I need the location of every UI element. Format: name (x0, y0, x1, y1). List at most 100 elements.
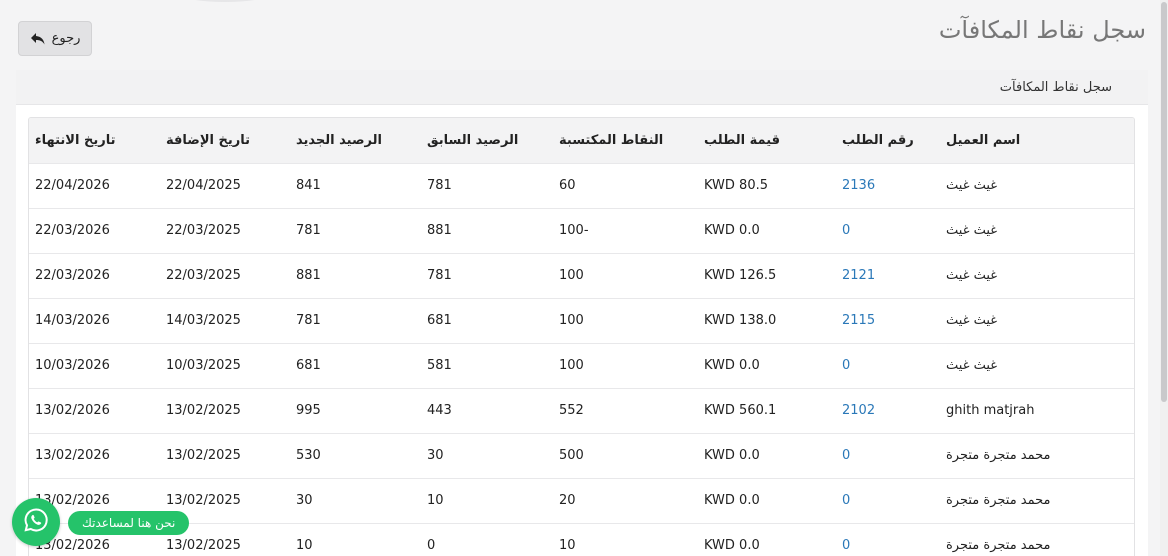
cell-new-balance: 841 (296, 178, 321, 193)
cell-added-date: 22/03/2025 (166, 223, 241, 238)
reply-arrow-icon (30, 31, 46, 47)
cell-order-value: KWD 0.0 (704, 358, 760, 373)
cell-earned-points: 100 (559, 358, 584, 373)
cell-order-value: KWD 138.0 (704, 313, 777, 328)
cell-order-value: KWD 126.5 (704, 268, 777, 283)
cell-customer-name: غيث غيث (946, 313, 998, 328)
cell-customer-name: محمد متجرة متجرة (946, 448, 1051, 463)
whatsapp-icon (23, 507, 49, 537)
cell-earned-points: 10 (559, 538, 576, 554)
rewards-table: تاريخ الانتهاء تاريخ الإضافة الرصيد الجد… (29, 118, 1134, 556)
table-row: 14/03/2026 14/03/2025 781 681 100 KWD 13… (29, 298, 1134, 343)
table-row: 10/03/2026 10/03/2025 681 581 100 KWD 0.… (29, 343, 1134, 388)
column-header-new-balance[interactable]: الرصيد الجديد (290, 118, 421, 163)
cell-earned-points: 100- (559, 223, 589, 238)
column-header-customer-name[interactable]: اسم العميل (940, 118, 1134, 163)
column-header-earned-points[interactable]: النقاط المكتسبة (553, 118, 698, 163)
cell-new-balance: 995 (296, 403, 321, 418)
cell-previous-balance: 681 (427, 313, 452, 328)
cell-previous-balance: 10 (427, 493, 444, 508)
cell-customer-name: محمد متجرة متجرة (946, 538, 1051, 554)
cell-previous-balance: 30 (427, 448, 444, 463)
cell-previous-balance: 443 (427, 403, 452, 418)
column-header-previous-balance[interactable]: الرصيد السابق (421, 118, 553, 163)
cell-added-date: 14/03/2025 (166, 313, 241, 328)
rewards-table-container: تاريخ الانتهاء تاريخ الإضافة الرصيد الجد… (28, 117, 1135, 556)
cell-added-date: 10/03/2025 (166, 358, 241, 373)
scrollbar-thumb[interactable] (1161, 2, 1167, 402)
card-title: سجل نقاط المكافآت (16, 70, 1148, 105)
cell-previous-balance: 581 (427, 358, 452, 373)
order-number-link[interactable]: 2102 (836, 388, 940, 433)
cell-previous-balance: 781 (427, 268, 452, 283)
cell-new-balance: 681 (296, 358, 321, 373)
cell-new-balance: 10 (296, 538, 313, 554)
column-header-expiry-date[interactable]: تاريخ الانتهاء (29, 118, 160, 163)
page-scrollbar[interactable] (1160, 0, 1168, 556)
cell-order-value: KWD 560.1 (704, 403, 777, 418)
cell-earned-points: 100 (559, 313, 584, 328)
column-header-order-number[interactable]: رقم الطلب (836, 118, 940, 163)
cell-order-value: KWD 0.0 (704, 538, 760, 554)
order-number-link[interactable]: 0 (836, 343, 940, 388)
cell-new-balance: 530 (296, 448, 321, 463)
order-number-link[interactable]: 0 (836, 478, 940, 523)
cell-added-date: 22/03/2025 (166, 268, 241, 283)
whatsapp-help-label[interactable]: نحن هنا لمساعدتك (68, 511, 190, 535)
cell-expiry-date: 22/03/2026 (35, 223, 110, 238)
table-row: 13/02/2026 13/02/2025 10 0 10 KWD 0.0 0 … (29, 523, 1134, 556)
cell-previous-balance: 881 (427, 223, 452, 238)
cell-customer-name: ghith matjrah (946, 403, 1035, 418)
back-button-label: رجوع (51, 31, 81, 46)
table-row: 22/03/2026 22/03/2025 781 881 100- KWD 0… (29, 208, 1134, 253)
cell-expiry-date: 22/04/2026 (35, 178, 110, 193)
cell-new-balance: 30 (296, 493, 313, 508)
table-row: 13/02/2026 13/02/2025 995 443 552 KWD 56… (29, 388, 1134, 433)
table-row: 13/02/2026 13/02/2025 530 30 500 KWD 0.0… (29, 433, 1134, 478)
cell-earned-points: 100 (559, 268, 584, 283)
cell-order-value: KWD 0.0 (704, 448, 760, 463)
cell-customer-name: غيث غيث (946, 223, 998, 238)
rewards-card: سجل نقاط المكافآت تاريخ الانتهاء تاريخ ا… (16, 70, 1148, 556)
table-row: 13/02/2026 13/02/2025 30 10 20 KWD 0.0 0… (29, 478, 1134, 523)
cell-added-date: 13/02/2025 (166, 448, 241, 463)
cell-expiry-date: 13/02/2026 (35, 403, 110, 418)
cell-expiry-date: 13/02/2026 (35, 448, 110, 463)
top-decoration (180, 0, 270, 2)
cell-expiry-date: 14/03/2026 (35, 313, 110, 328)
cell-earned-points: 552 (559, 403, 584, 418)
cell-earned-points: 500 (559, 448, 584, 463)
cell-new-balance: 881 (296, 268, 321, 283)
order-number-link[interactable]: 0 (836, 208, 940, 253)
table-row: 22/04/2026 22/04/2025 841 781 60 KWD 80.… (29, 163, 1134, 208)
whatsapp-button[interactable] (12, 498, 60, 546)
table-row: 22/03/2026 22/03/2025 881 781 100 KWD 12… (29, 253, 1134, 298)
cell-new-balance: 781 (296, 313, 321, 328)
table-header-row: تاريخ الانتهاء تاريخ الإضافة الرصيد الجد… (29, 118, 1134, 163)
cell-earned-points: 60 (559, 178, 576, 193)
column-header-added-date[interactable]: تاريخ الإضافة (160, 118, 290, 163)
cell-order-value: KWD 80.5 (704, 178, 769, 193)
cell-expiry-date: 10/03/2026 (35, 358, 110, 373)
cell-customer-name: محمد متجرة متجرة (946, 493, 1051, 508)
cell-previous-balance: 0 (427, 538, 436, 554)
cell-new-balance: 781 (296, 223, 321, 238)
back-button[interactable]: رجوع (18, 21, 92, 56)
cell-expiry-date: 22/03/2026 (35, 268, 110, 283)
order-number-link[interactable]: 0 (836, 433, 940, 478)
cell-added-date: 22/04/2025 (166, 178, 241, 193)
cell-earned-points: 20 (559, 493, 576, 508)
cell-added-date: 13/02/2025 (166, 403, 241, 418)
cell-customer-name: غيث غيث (946, 358, 998, 373)
cell-previous-balance: 781 (427, 178, 452, 193)
cell-order-value: KWD 0.0 (704, 493, 760, 508)
cell-order-value: KWD 0.0 (704, 223, 760, 238)
column-header-order-value[interactable]: قيمة الطلب (698, 118, 836, 163)
order-number-link[interactable]: 2136 (836, 163, 940, 208)
order-number-link[interactable]: 0 (836, 523, 940, 556)
page-title: سجل نقاط المكافآت (938, 16, 1146, 44)
cell-customer-name: غيث غيث (946, 178, 998, 193)
order-number-link[interactable]: 2115 (836, 298, 940, 343)
cell-customer-name: غيث غيث (946, 268, 998, 283)
order-number-link[interactable]: 2121 (836, 253, 940, 298)
